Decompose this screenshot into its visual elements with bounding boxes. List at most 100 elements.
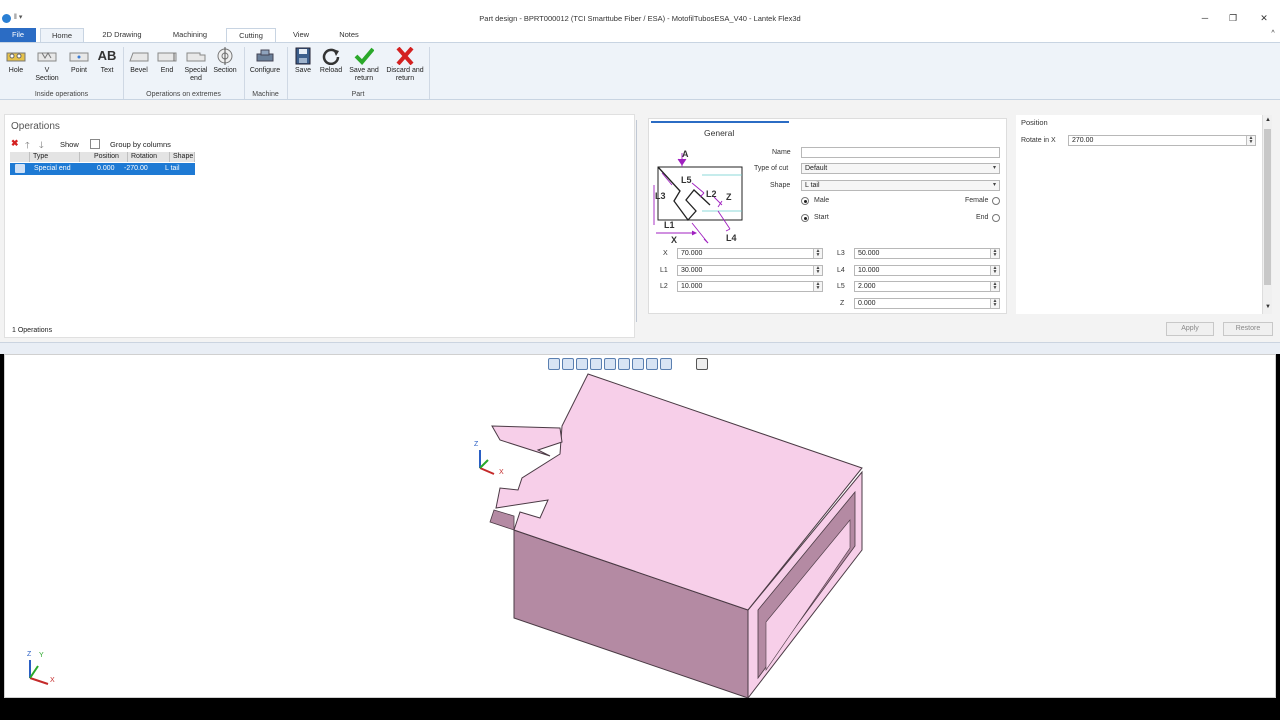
v-section-button[interactable]: V Section	[34, 47, 60, 83]
save-and-return-button[interactable]: Save and return	[347, 47, 381, 83]
tab-machining[interactable]: Machining	[164, 28, 216, 42]
bevel-button[interactable]: Bevel	[127, 47, 151, 75]
tab-cutting[interactable]: Cutting	[226, 28, 276, 42]
param-l5-value: 2.000	[858, 283, 876, 290]
tab-file[interactable]: File	[0, 28, 36, 42]
section-button[interactable]: Section	[212, 47, 238, 75]
corner-axis-z-label: Z	[27, 651, 32, 658]
param-l1-input[interactable]: 30.000 ▲ ▼	[677, 265, 823, 276]
spinner-icon[interactable]: ▲ ▼	[990, 299, 999, 308]
pane-divider[interactable]	[0, 342, 1280, 354]
restore-button[interactable]: Restore	[1223, 322, 1273, 336]
type-of-cut-select[interactable]: Default ▾	[801, 163, 1000, 174]
diagram-label-z: Z	[726, 192, 732, 202]
spinner-icon[interactable]: ▲ ▼	[990, 266, 999, 275]
param-l5-input[interactable]: 2.000 ▲ ▼	[854, 281, 1000, 292]
spinner-icon[interactable]: ▲ ▼	[813, 266, 822, 275]
scroll-up-icon[interactable]: ▲	[1265, 117, 1271, 123]
operations-header: Operations	[11, 121, 60, 132]
panel-splitter[interactable]	[636, 120, 637, 322]
tube-part-model[interactable]	[470, 370, 870, 698]
general-tab-indicator	[651, 121, 789, 123]
param-z-input[interactable]: 0.000 ▲ ▼	[854, 298, 1000, 309]
discard-and-return-label-1: Discard and	[386, 67, 424, 74]
point-icon	[69, 52, 89, 62]
scroll-down-icon[interactable]: ▼	[1265, 304, 1271, 310]
special-end-label-2: end	[190, 75, 202, 82]
diagram-label-l5: L5	[681, 175, 692, 185]
box-icon[interactable]	[660, 358, 672, 370]
group-by-columns-button[interactable]: Group by columns	[110, 140, 171, 149]
panel-scrollbar[interactable]: ▲ ▼	[1262, 115, 1272, 314]
spinner-icon[interactable]: ▲ ▼	[813, 249, 822, 258]
reload-label: Reload	[319, 67, 343, 74]
text-button[interactable]: AB Text	[96, 47, 118, 75]
spinner-icon[interactable]: ▲ ▼	[990, 282, 999, 291]
restore-button[interactable]: ❐	[1224, 13, 1242, 24]
v-section-icon	[37, 52, 57, 62]
spinner-icon[interactable]: ▲ ▼	[990, 249, 999, 258]
diagram-label-a: A	[682, 149, 689, 159]
tab-notes[interactable]: Notes	[332, 28, 366, 42]
save-label: Save	[295, 67, 311, 74]
hole-button[interactable]: Hole	[5, 47, 27, 75]
param-l4-input[interactable]: 10.000 ▲ ▼	[854, 265, 1000, 276]
param-l2-input[interactable]: 10.000 ▲ ▼	[677, 281, 823, 292]
ribbon-collapse-icon[interactable]: ^	[1264, 30, 1280, 37]
close-button[interactable]: ✕	[1255, 13, 1273, 24]
end-radio[interactable]	[992, 214, 1000, 222]
configure-button[interactable]: Configure	[246, 47, 284, 75]
rotate-in-x-input[interactable]: 270.00 ▲ ▼	[1068, 135, 1256, 146]
view-cube-icon[interactable]	[548, 358, 560, 370]
column-header-rotation[interactable]: Rotation	[128, 152, 170, 162]
start-radio[interactable]	[801, 214, 809, 222]
column-header-shape[interactable]: Shape	[170, 152, 195, 162]
shaded-icon[interactable]	[632, 358, 644, 370]
delete-icon[interactable]: ✖	[11, 138, 19, 149]
male-radio[interactable]	[801, 197, 809, 205]
tab-home[interactable]: Home	[40, 28, 84, 42]
point-button[interactable]: Point	[67, 47, 91, 75]
female-radio[interactable]	[992, 197, 1000, 205]
table-row[interactable]: Special end 0.000 -270.00 L tail	[10, 163, 195, 175]
scroll-thumb[interactable]	[1264, 129, 1271, 285]
spinner-icon[interactable]: ▲ ▼	[813, 282, 822, 291]
show-button[interactable]: Show	[60, 140, 79, 149]
param-l3-input[interactable]: 50.000 ▲ ▼	[854, 248, 1000, 259]
text-icon: AB	[97, 48, 117, 63]
general-tab[interactable]: General	[704, 128, 734, 138]
cell-type: Special end	[34, 165, 71, 172]
tools-icon[interactable]	[696, 358, 709, 370]
save-button[interactable]: Save	[291, 47, 315, 75]
tab-2d-drawing[interactable]: 2D Drawing	[96, 28, 148, 42]
tab-view[interactable]: View	[286, 28, 316, 42]
save-and-return-label-1: Save and	[349, 67, 379, 74]
wireframe-icon[interactable]	[646, 358, 658, 370]
shape-value: L tail	[805, 182, 820, 189]
type-of-cut-value: Default	[805, 165, 828, 172]
zoom-icon[interactable]	[618, 358, 630, 370]
diagram-label-l3: L3	[655, 191, 666, 201]
view-cube-icon[interactable]	[590, 358, 602, 370]
name-field[interactable]	[801, 147, 1000, 158]
cell-shape: L tail	[165, 165, 180, 172]
view-cube-icon[interactable]	[562, 358, 574, 370]
end-button[interactable]: End	[156, 47, 178, 75]
reload-button[interactable]: Reload	[318, 47, 344, 75]
column-header-position[interactable]: Position	[80, 152, 128, 162]
param-l3-value: 50.000	[858, 250, 880, 257]
group-operations-on-extremes: Operations on extremes	[146, 91, 221, 98]
axis-x-label: X	[499, 469, 504, 476]
male-label: Male	[814, 197, 830, 204]
view-cube-icon[interactable]	[576, 358, 588, 370]
shape-select[interactable]: L tail ▾	[801, 180, 1000, 191]
param-x-input[interactable]: 70.000 ▲ ▼	[677, 248, 823, 259]
spinner-icon[interactable]: ▲ ▼	[1246, 136, 1255, 145]
column-header-type[interactable]: Type	[30, 152, 80, 162]
zoom-icon[interactable]	[604, 358, 616, 370]
special-end-button[interactable]: Special end	[183, 47, 209, 83]
columns-icon[interactable]	[90, 139, 100, 149]
discard-and-return-button[interactable]: Discard and return	[383, 47, 427, 83]
apply-button[interactable]: Apply	[1166, 322, 1214, 336]
minimize-button[interactable]: ─	[1196, 13, 1214, 23]
